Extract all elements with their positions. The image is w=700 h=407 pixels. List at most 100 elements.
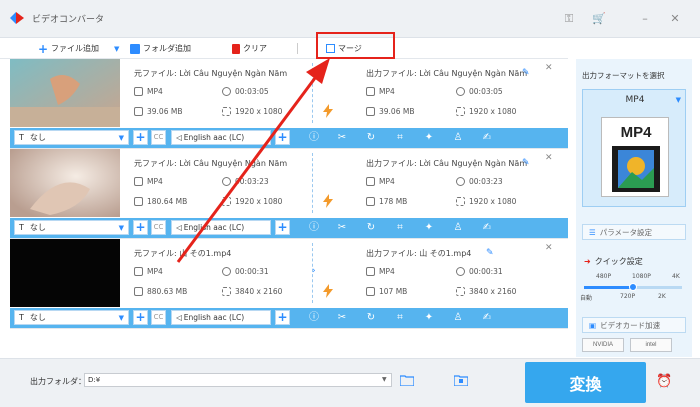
- gpu-icon: ▣: [589, 320, 597, 330]
- watermark-icon[interactable]: ♙: [452, 312, 464, 324]
- intel-badge[interactable]: intel: [630, 338, 672, 352]
- rotate-icon[interactable]: ↻: [365, 312, 377, 324]
- effect-icon[interactable]: ✦: [423, 312, 435, 324]
- quality-slider-knob[interactable]: [629, 283, 637, 291]
- file-size-icon: [134, 197, 143, 206]
- app-logo-icon: [10, 12, 24, 24]
- caret-down-icon[interactable]: ▼: [382, 376, 387, 383]
- add-folder-button[interactable]: フォルダ追加: [130, 41, 191, 56]
- edit-name-icon[interactable]: ✎: [486, 248, 494, 258]
- audio-select[interactable]: ◁ English aac (LC): [171, 310, 271, 325]
- sliders-icon: ☰: [589, 227, 596, 237]
- cart-icon[interactable]: 🛒: [590, 10, 608, 28]
- output-format: MP4: [366, 267, 395, 276]
- source-duration: 00:03:23: [222, 177, 269, 186]
- list-item[interactable]: 元ファイル: 山 その1.mp4 MP4 00:00:31 880.63 MB …: [10, 239, 568, 329]
- resolution-icon: [222, 287, 231, 296]
- alarm-clock-icon[interactable]: ⏰: [656, 374, 672, 390]
- remove-item-icon[interactable]: ✕: [545, 153, 553, 163]
- audio-select[interactable]: ◁ English aac (LC): [171, 130, 271, 145]
- edit-name-icon[interactable]: ✎: [522, 158, 530, 168]
- source-format-value: MP4: [147, 177, 163, 186]
- subtitle-cc-icon[interactable]: CC: [151, 130, 166, 145]
- key-icon[interactable]: ⚿: [560, 10, 578, 28]
- main-toolbar: + ファイル追加 ▼ フォルダ追加 クリア マージ: [0, 38, 568, 59]
- source-format: MP4: [134, 87, 163, 96]
- crop-icon[interactable]: ⌗: [394, 222, 406, 234]
- output-folder-label: 出力フォルダ：: [30, 377, 86, 386]
- subtitle-edit-icon[interactable]: ✍: [481, 132, 493, 144]
- output-format-selector[interactable]: MP4 ▼ MP4: [582, 89, 686, 207]
- slider-label-720p: 720P: [620, 293, 636, 300]
- clock-icon: [222, 87, 231, 96]
- add-audio-button[interactable]: +: [275, 220, 290, 235]
- speaker-icon: ◁: [176, 223, 182, 232]
- source-duration-value: 00:03:23: [235, 177, 269, 186]
- cut-icon[interactable]: ✂: [336, 132, 348, 144]
- output-settings-panel: 出力フォーマットを選択 MP4 ▼ MP4 ☰ パラメータ設定 ➜ クイック設定…: [576, 59, 692, 357]
- source-duration-value: 00:00:31: [235, 267, 269, 276]
- info-icon[interactable]: ⓘ: [308, 312, 320, 324]
- subtitle-cc-icon[interactable]: CC: [151, 220, 166, 235]
- source-size-value: 880.63 MB: [147, 287, 188, 296]
- plus-icon: +: [38, 41, 49, 56]
- close-button[interactable]: ✕: [666, 10, 684, 28]
- crop-icon[interactable]: ⌗: [394, 312, 406, 324]
- info-icon[interactable]: ⓘ: [308, 132, 320, 144]
- parameter-settings-button[interactable]: ☰ パラメータ設定: [582, 224, 686, 240]
- output-folder-input[interactable]: D:¥: [84, 373, 392, 387]
- audio-value: English aac (LC): [183, 313, 245, 322]
- subtitle-edit-icon[interactable]: ✍: [481, 312, 493, 324]
- film-icon: [366, 267, 375, 276]
- remove-item-icon[interactable]: ✕: [545, 63, 553, 73]
- divider-line: [312, 63, 313, 123]
- source-size: 39.06 MB: [134, 107, 182, 116]
- cut-icon[interactable]: ✂: [336, 222, 348, 234]
- watermark-icon[interactable]: ♙: [452, 132, 464, 144]
- audio-select[interactable]: ◁ English aac (LC): [171, 220, 271, 235]
- add-file-button[interactable]: + ファイル追加: [38, 41, 99, 56]
- rotate-icon[interactable]: ↻: [365, 132, 377, 144]
- quality-slider-fill: [584, 286, 633, 289]
- subtitle-value: なし: [29, 223, 46, 232]
- add-subtitle-button[interactable]: +: [133, 130, 148, 145]
- convert-button[interactable]: 変換: [525, 362, 646, 403]
- file-size-icon: [366, 197, 375, 206]
- resolution-icon: [456, 107, 465, 116]
- add-folder-dropdown[interactable]: ▼: [114, 41, 119, 56]
- effect-icon[interactable]: ✦: [423, 222, 435, 234]
- crop-icon[interactable]: ⌗: [394, 132, 406, 144]
- edit-name-icon[interactable]: ✎: [522, 68, 530, 78]
- info-icon[interactable]: ⓘ: [308, 222, 320, 234]
- add-audio-button[interactable]: +: [275, 310, 290, 325]
- quick-settings-label: クイック設定: [594, 257, 643, 266]
- subtitle-select[interactable]: T なし ▼: [14, 310, 129, 325]
- app-title: ビデオコンバータ: [32, 15, 105, 25]
- subtitle-edit-icon[interactable]: ✍: [481, 222, 493, 234]
- cut-icon[interactable]: ✂: [336, 312, 348, 324]
- clock-icon: [222, 267, 231, 276]
- add-file-label: ファイル追加: [51, 44, 99, 53]
- clear-button[interactable]: クリア: [232, 41, 267, 56]
- quality-slider[interactable]: [584, 283, 682, 291]
- remove-item-icon[interactable]: ✕: [545, 243, 553, 253]
- subtitle-select[interactable]: T なし ▼: [14, 220, 129, 235]
- browse-folder-icon[interactable]: [400, 374, 414, 386]
- add-subtitle-button[interactable]: +: [133, 220, 148, 235]
- add-audio-button[interactable]: +: [275, 130, 290, 145]
- nvidia-badge[interactable]: NVIDIA: [582, 338, 624, 352]
- subtitle-select[interactable]: T なし ▼: [14, 130, 129, 145]
- list-item[interactable]: 元ファイル: Lời Câu Nguyện Ngàn Năm MP4 00:03…: [10, 59, 568, 149]
- output-format-value: MP4: [379, 267, 395, 276]
- resolution-icon: [222, 107, 231, 116]
- watermark-icon[interactable]: ♙: [452, 222, 464, 234]
- source-duration-value: 00:03:05: [235, 87, 269, 96]
- subtitle-cc-icon[interactable]: CC: [151, 310, 166, 325]
- footer-bar: 出力フォルダ： D:¥ ▼ 変換 ⏰: [0, 358, 700, 407]
- add-subtitle-button[interactable]: +: [133, 310, 148, 325]
- rotate-icon[interactable]: ↻: [365, 222, 377, 234]
- list-item[interactable]: 元ファイル: Lời Câu Nguyện Ngàn Năm MP4 00:03…: [10, 149, 568, 239]
- effect-icon[interactable]: ✦: [423, 132, 435, 144]
- open-output-folder-icon[interactable]: [454, 374, 468, 386]
- minimize-button[interactable]: –: [636, 10, 654, 28]
